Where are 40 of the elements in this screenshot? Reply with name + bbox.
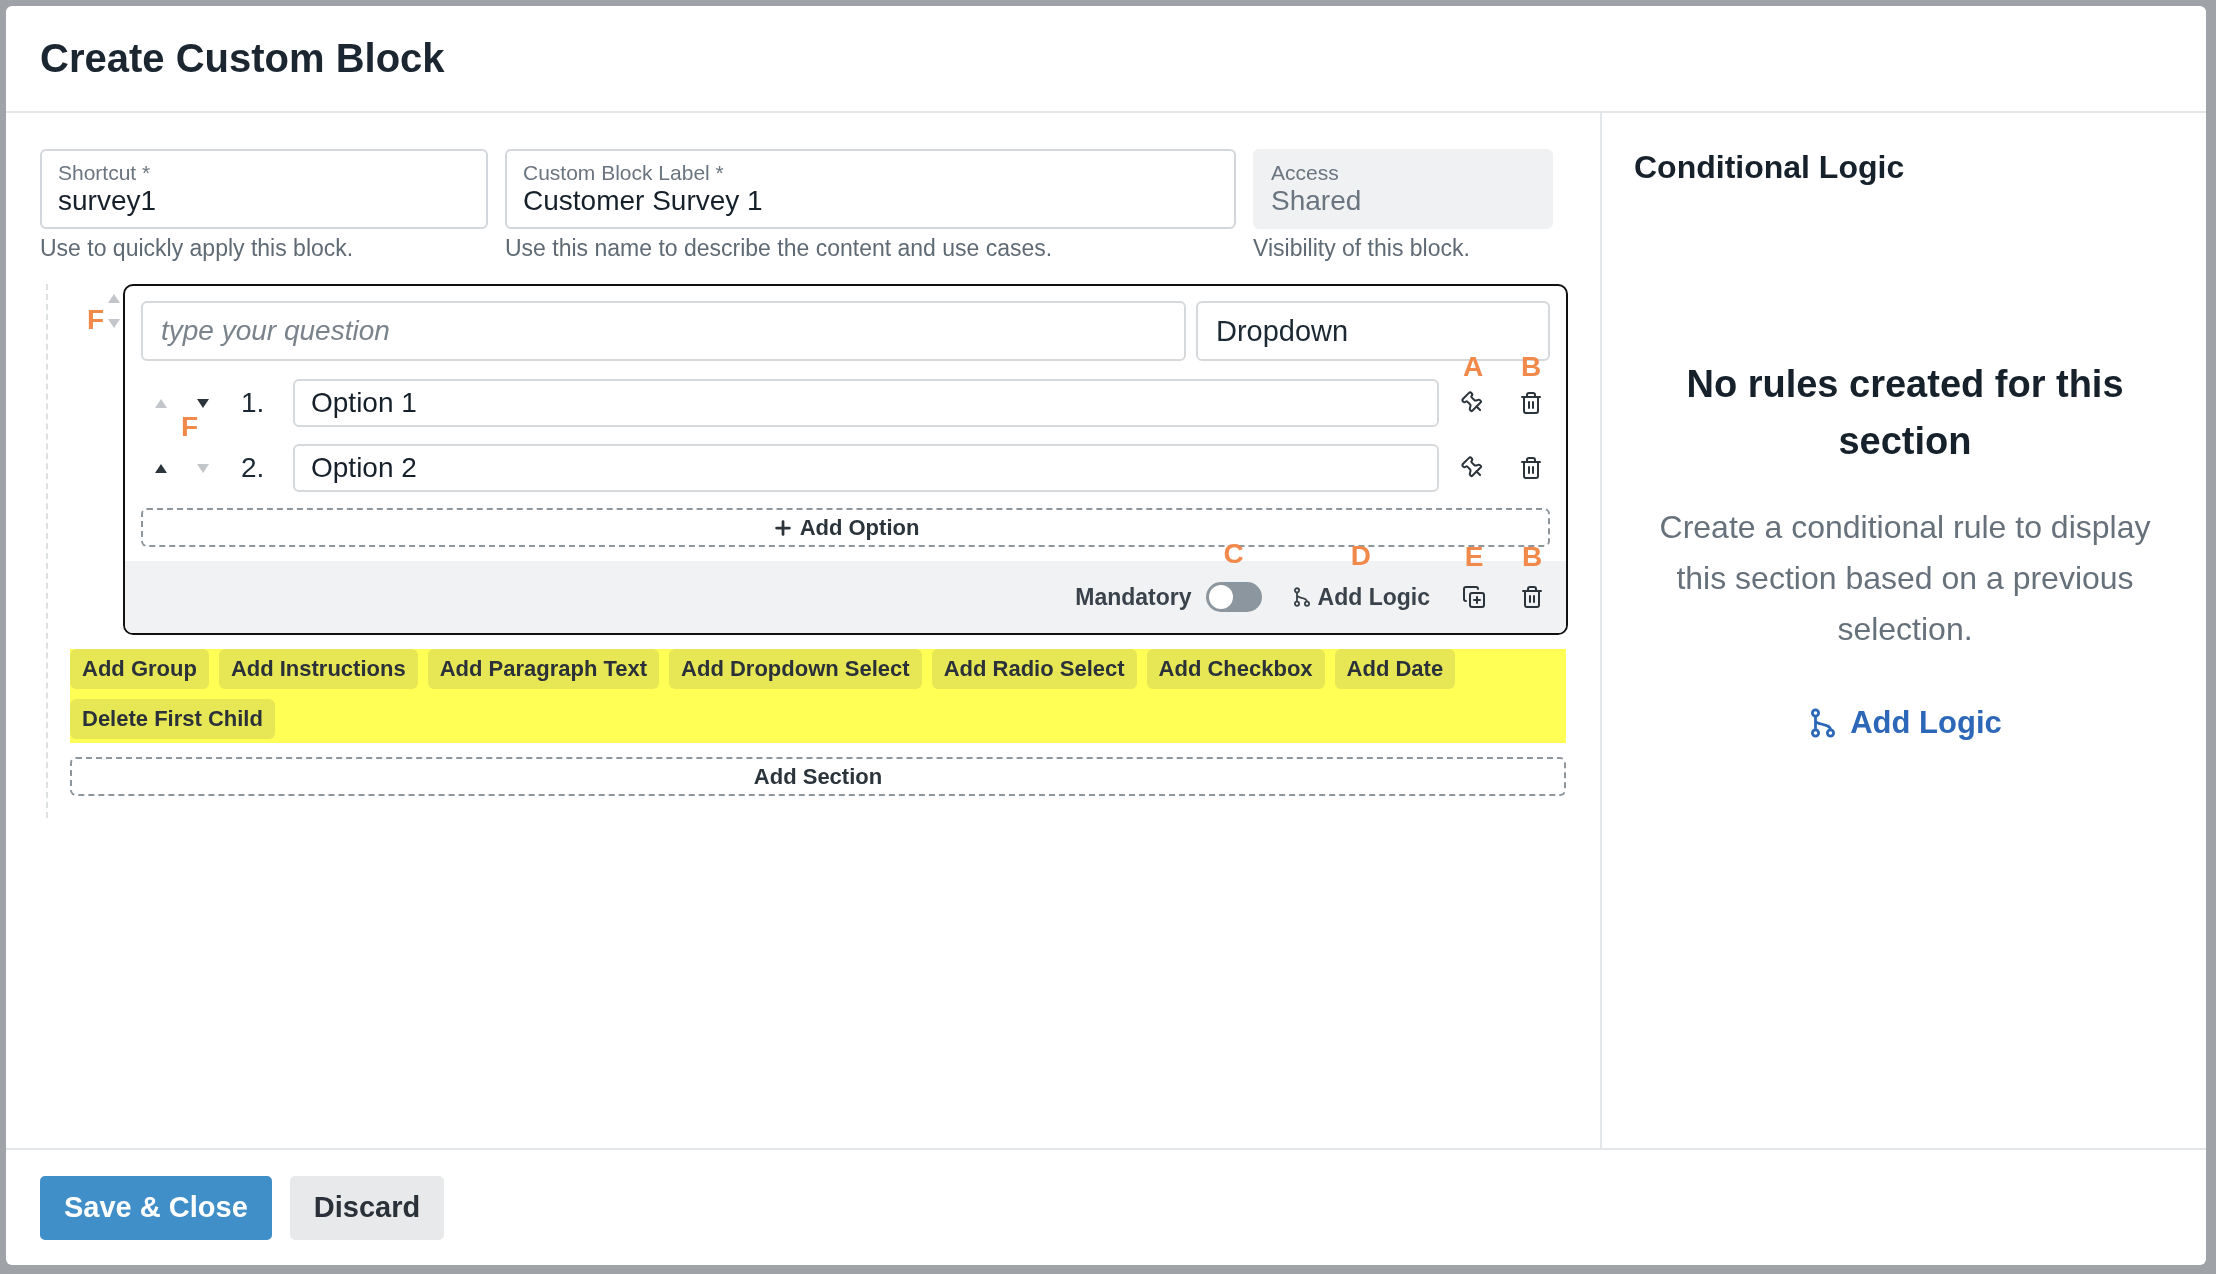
- dialog-title: Create Custom Block: [40, 36, 445, 81]
- help-text: Visibility of this block.: [1253, 235, 1471, 262]
- option-number: 2.: [241, 452, 266, 484]
- question-field[interactable]: type your question: [141, 301, 1186, 361]
- pin-icon[interactable]: [1461, 391, 1485, 415]
- down-arrow-icon[interactable]: [197, 398, 209, 408]
- help-text: Use this name to describe the content and use cases.: [505, 235, 1054, 262]
- action-button[interactable]: Add Paragraph Text: [427, 649, 660, 689]
- save-button[interactable]: Save & Close: [40, 1175, 272, 1240]
- action-button[interactable]: Add Dropdown Select: [669, 649, 922, 689]
- annotation-letter: F: [86, 306, 105, 334]
- action-button[interactable]: Add Checkbox: [1146, 649, 1325, 689]
- mandatory-toggle[interactable]: [1205, 582, 1262, 612]
- mandatory-label: Mandatory: [1075, 583, 1192, 611]
- add-logic-link[interactable]: Add Logic: [1808, 705, 2002, 741]
- branch-icon: [1291, 587, 1312, 607]
- option-field[interactable]: Option 2: [293, 444, 1439, 492]
- annotation-letter: F: [181, 413, 199, 441]
- text-field[interactable]: Custom Block Label * Customer Survey 1: [505, 149, 1236, 229]
- duplicate-icon[interactable]: [1462, 585, 1486, 609]
- up-arrow-icon[interactable]: [155, 463, 167, 473]
- empty-state-text: Create a conditional rule to display this section based on a previous selection.: [1658, 508, 2152, 649]
- option-field[interactable]: Option 1: [293, 379, 1439, 427]
- trash-icon[interactable]: [1520, 585, 1544, 609]
- pin-icon[interactable]: [1461, 456, 1485, 480]
- panel-title: Conditional Logic: [1634, 149, 1905, 186]
- text-field[interactable]: Shortcut * survey1: [40, 149, 488, 229]
- trash-icon[interactable]: [1519, 391, 1543, 415]
- add-logic-button[interactable]: Add Logic: [1291, 583, 1430, 611]
- empty-state-title: No rules created for this section: [1685, 362, 2125, 464]
- action-button[interactable]: Delete First Child: [70, 699, 275, 739]
- add-section-button[interactable]: Add Section: [70, 757, 1566, 796]
- discard-button[interactable]: Discard: [289, 1175, 445, 1240]
- action-button[interactable]: Add Instructions: [218, 649, 418, 689]
- option-number: 1.: [241, 387, 266, 419]
- help-text: Use to quickly apply this block.: [40, 235, 355, 262]
- trash-icon[interactable]: [1519, 456, 1543, 480]
- action-button[interactable]: Add Radio Select: [931, 649, 1137, 689]
- action-button[interactable]: Add Date: [1334, 649, 1456, 689]
- action-button[interactable]: Add Group: [70, 649, 209, 689]
